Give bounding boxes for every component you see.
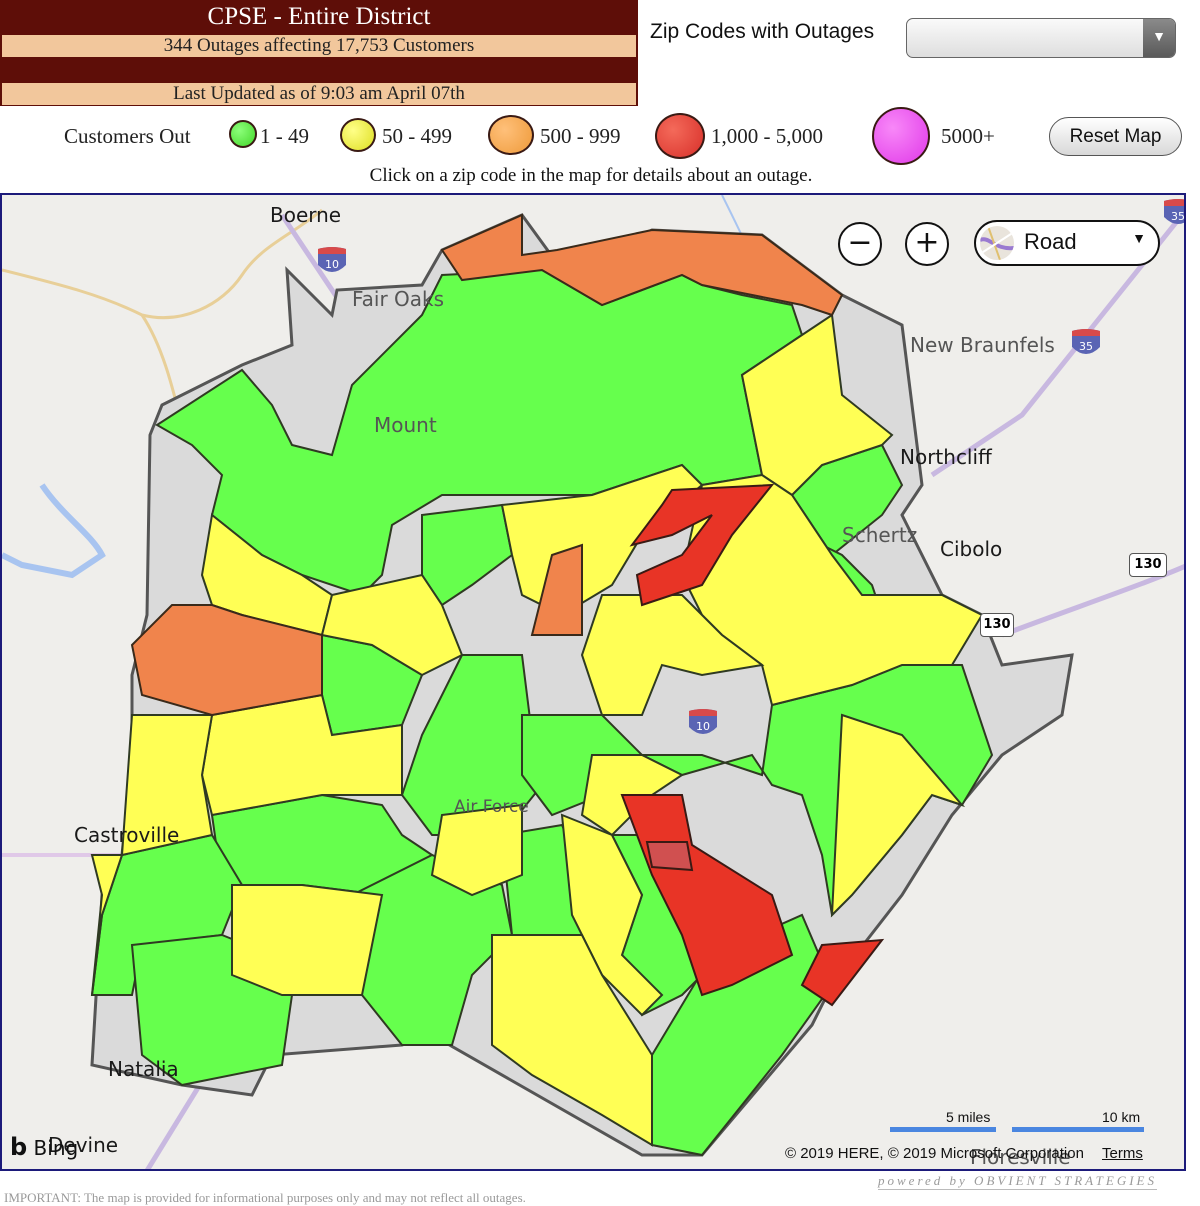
outage-map[interactable]: 10 35 35 10 130 130 Boerne Fair Oaks New… [0, 193, 1186, 1171]
header-banner: CPSE - Entire District 344 Outages affec… [0, 0, 638, 106]
last-updated: Last Updated as of 9:03 am April 07th [2, 83, 636, 105]
interstate-10-shield: 10 [318, 247, 346, 272]
powered-by[interactable]: powered by OBVIENT STRATEGIES [878, 1173, 1157, 1190]
terms-link[interactable]: Terms [1102, 1145, 1143, 1162]
plus-icon: + [914, 225, 940, 260]
legend-label-magenta: 5000+ [941, 124, 995, 148]
outage-summary: 344 Outages affecting 17,753 Customers [2, 35, 636, 57]
legend-title: Customers Out [64, 124, 191, 148]
map-style-dropdown[interactable]: Road ▼ [974, 220, 1160, 266]
legend-label-green: 1 - 49 [260, 124, 309, 148]
map-hint: Click on a zip code in the map for detai… [369, 165, 813, 186]
svg-text:10: 10 [325, 258, 339, 271]
scale-bar-km [1012, 1127, 1144, 1132]
legend-swatch-green [229, 120, 257, 148]
scale-bar-miles [890, 1127, 996, 1132]
city-label: Boerne [270, 203, 342, 227]
bing-logo: b Bing [10, 1133, 78, 1161]
legend-label-orange: 500 - 999 [540, 124, 621, 148]
city-label: New Braunfels [910, 333, 1055, 357]
city-label: Fair Oaks [352, 287, 445, 311]
city-label: Northcliff [900, 445, 992, 469]
legend-swatch-magenta [872, 107, 930, 165]
zoom-out-button[interactable]: − [838, 222, 882, 266]
interstate-35-shield-north: 35 [1164, 199, 1185, 224]
zone-southwest-yellow-2[interactable] [231, 884, 384, 996]
svg-text:35: 35 [1171, 210, 1185, 223]
scale-miles-label: 5 miles [946, 1109, 991, 1125]
road-map-icon [980, 226, 1014, 260]
legend-label-yellow: 50 - 499 [382, 124, 452, 148]
legend-swatch-yellow [340, 118, 376, 152]
map-copyright: © 2019 HERE, © 2019 Microsoft Corporatio… [785, 1145, 1084, 1162]
bing-icon: b [10, 1133, 28, 1161]
scale-km-label: 10 km [1102, 1109, 1141, 1125]
city-label: Air Force [454, 797, 529, 817]
dropdown-arrow: ▼ [1152, 30, 1166, 45]
bing-wordmark: Bing [33, 1136, 79, 1160]
legend-swatch-red [655, 113, 705, 159]
chevron-down-icon: ▼ [1132, 232, 1146, 247]
svg-text:35: 35 [1079, 340, 1093, 353]
svg-text:10: 10 [696, 720, 710, 733]
city-label: Natalia [108, 1057, 179, 1081]
interstate-10-shield-downtown: 10 [689, 709, 717, 734]
interstate-35-shield: 35 [1072, 329, 1100, 354]
highway-130-shield: 130 [1129, 553, 1167, 577]
city-label: Schertz [842, 523, 918, 547]
page-title: CPSE - Entire District [207, 3, 431, 30]
city-label: Cibolo [940, 537, 1003, 561]
reset-map-button[interactable]: Reset Map [1049, 117, 1182, 156]
legend: Customers Out 1 - 49 50 - 499 500 - 999 … [0, 107, 1200, 165]
zip-code-dropdown[interactable]: ▼ [906, 18, 1176, 58]
minus-icon: − [847, 225, 873, 260]
map-style-label: Road [1024, 229, 1077, 254]
zoom-in-button[interactable]: + [905, 222, 949, 266]
footnote: IMPORTANT: The map is provided for infor… [4, 1190, 526, 1205]
chevron-down-icon[interactable]: ▼ [1143, 19, 1175, 57]
zone-selected-highlight[interactable] [645, 841, 694, 872]
legend-label-red: 1,000 - 5,000 [711, 124, 823, 148]
highway-130-shield-south: 130 [980, 613, 1014, 637]
city-label: Mount [374, 413, 437, 437]
city-label: Castroville [74, 823, 180, 847]
legend-swatch-orange [488, 115, 534, 155]
zip-filter-label: Zip Codes with Outages [650, 20, 875, 43]
